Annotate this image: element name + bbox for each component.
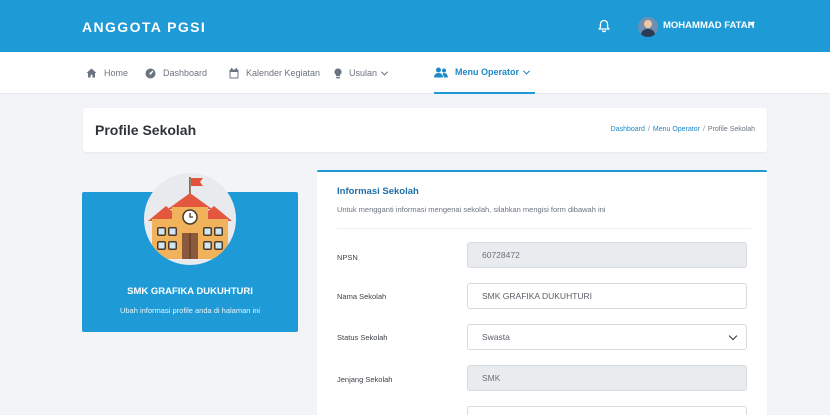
calendar-icon: [229, 67, 239, 78]
breadcrumb-menu-operator[interactable]: Menu Operator: [653, 126, 700, 133]
user-avatar[interactable]: [638, 17, 658, 37]
breadcrumb: Dashboard / Menu Operator / Profile Sekolah: [611, 126, 755, 133]
main-nav: Home Dashboard Kalender Kegiatan Usulan …: [0, 52, 830, 94]
users-icon: [434, 67, 448, 77]
status-sekolah-select[interactable]: Swasta: [467, 324, 747, 350]
chevron-down-icon: [380, 68, 389, 76]
nav-kalender-label: Kalender Kegiatan: [246, 68, 321, 78]
breadcrumb-dashboard[interactable]: Dashboard: [611, 126, 645, 133]
breadcrumb-separator: /: [702, 126, 705, 133]
nav-menu-operator-label: Menu Operator: [455, 67, 520, 77]
brand-title[interactable]: ANGGOTA PGSI: [82, 19, 206, 35]
jenjang-sekolah-field: SMK: [467, 365, 747, 391]
breadcrumb-separator: /: [647, 126, 650, 133]
school-info-form: Informasi Sekolah Untuk mengganti inform…: [317, 170, 767, 415]
lightbulb-icon: [334, 67, 342, 78]
npsn-field: 60728472: [467, 242, 747, 268]
profile-subtitle: Ubah informasi profile anda di halaman i…: [119, 306, 261, 315]
nav-kalender[interactable]: Kalender Kegiatan: [229, 52, 320, 94]
page-title: Profile Sekolah: [95, 122, 197, 138]
nav-home-label: Home: [104, 68, 129, 78]
nama-sekolah-field[interactable]: SMK GRAFIKA DUKUHTURI: [467, 283, 747, 309]
chevron-down-icon: [522, 67, 531, 75]
nav-home[interactable]: Home: [86, 52, 128, 94]
nama-sekolah-label: Nama Sekolah: [337, 292, 387, 301]
user-name[interactable]: MOHAMMAD FATAH: [663, 20, 754, 31]
dashboard-icon: [145, 68, 156, 78]
status-sekolah-value: Swasta: [482, 332, 510, 342]
chevron-down-icon: [728, 331, 738, 341]
top-bar: ANGGOTA PGSI MOHAMMAD FATAH: [0, 0, 830, 52]
school-name: SMK GRAFIKA DUKUHTURI: [127, 286, 253, 297]
nav-dashboard-label: Dashboard: [163, 68, 208, 78]
nav-usulan[interactable]: Usulan: [334, 52, 389, 94]
next-field[interactable]: [467, 406, 747, 415]
nav-usulan-label: Usulan: [349, 68, 378, 78]
status-sekolah-label: Status Sekolah: [337, 333, 388, 342]
chevron-down-icon[interactable]: [749, 22, 755, 26]
info-description: Untuk mengganti informasi mengenai sekol…: [337, 205, 606, 214]
page-header: Profile Sekolah Dashboard / Menu Operator /…: [83, 108, 767, 152]
npsn-label: NPSN: [337, 253, 358, 262]
divider: [337, 228, 751, 229]
bell-icon[interactable]: [597, 19, 611, 33]
nav-dashboard[interactable]: Dashboard: [145, 52, 207, 94]
nav-menu-operator[interactable]: Menu Operator: [434, 52, 536, 94]
jenjang-sekolah-label: Jenjang Sekolah: [337, 375, 393, 384]
school-building-icon: [148, 177, 232, 259]
breadcrumb-current: Profile Sekolah: [707, 126, 755, 133]
info-title: Informasi Sekolah: [337, 186, 419, 197]
school-avatar: [144, 173, 236, 265]
home-icon: [86, 68, 97, 78]
